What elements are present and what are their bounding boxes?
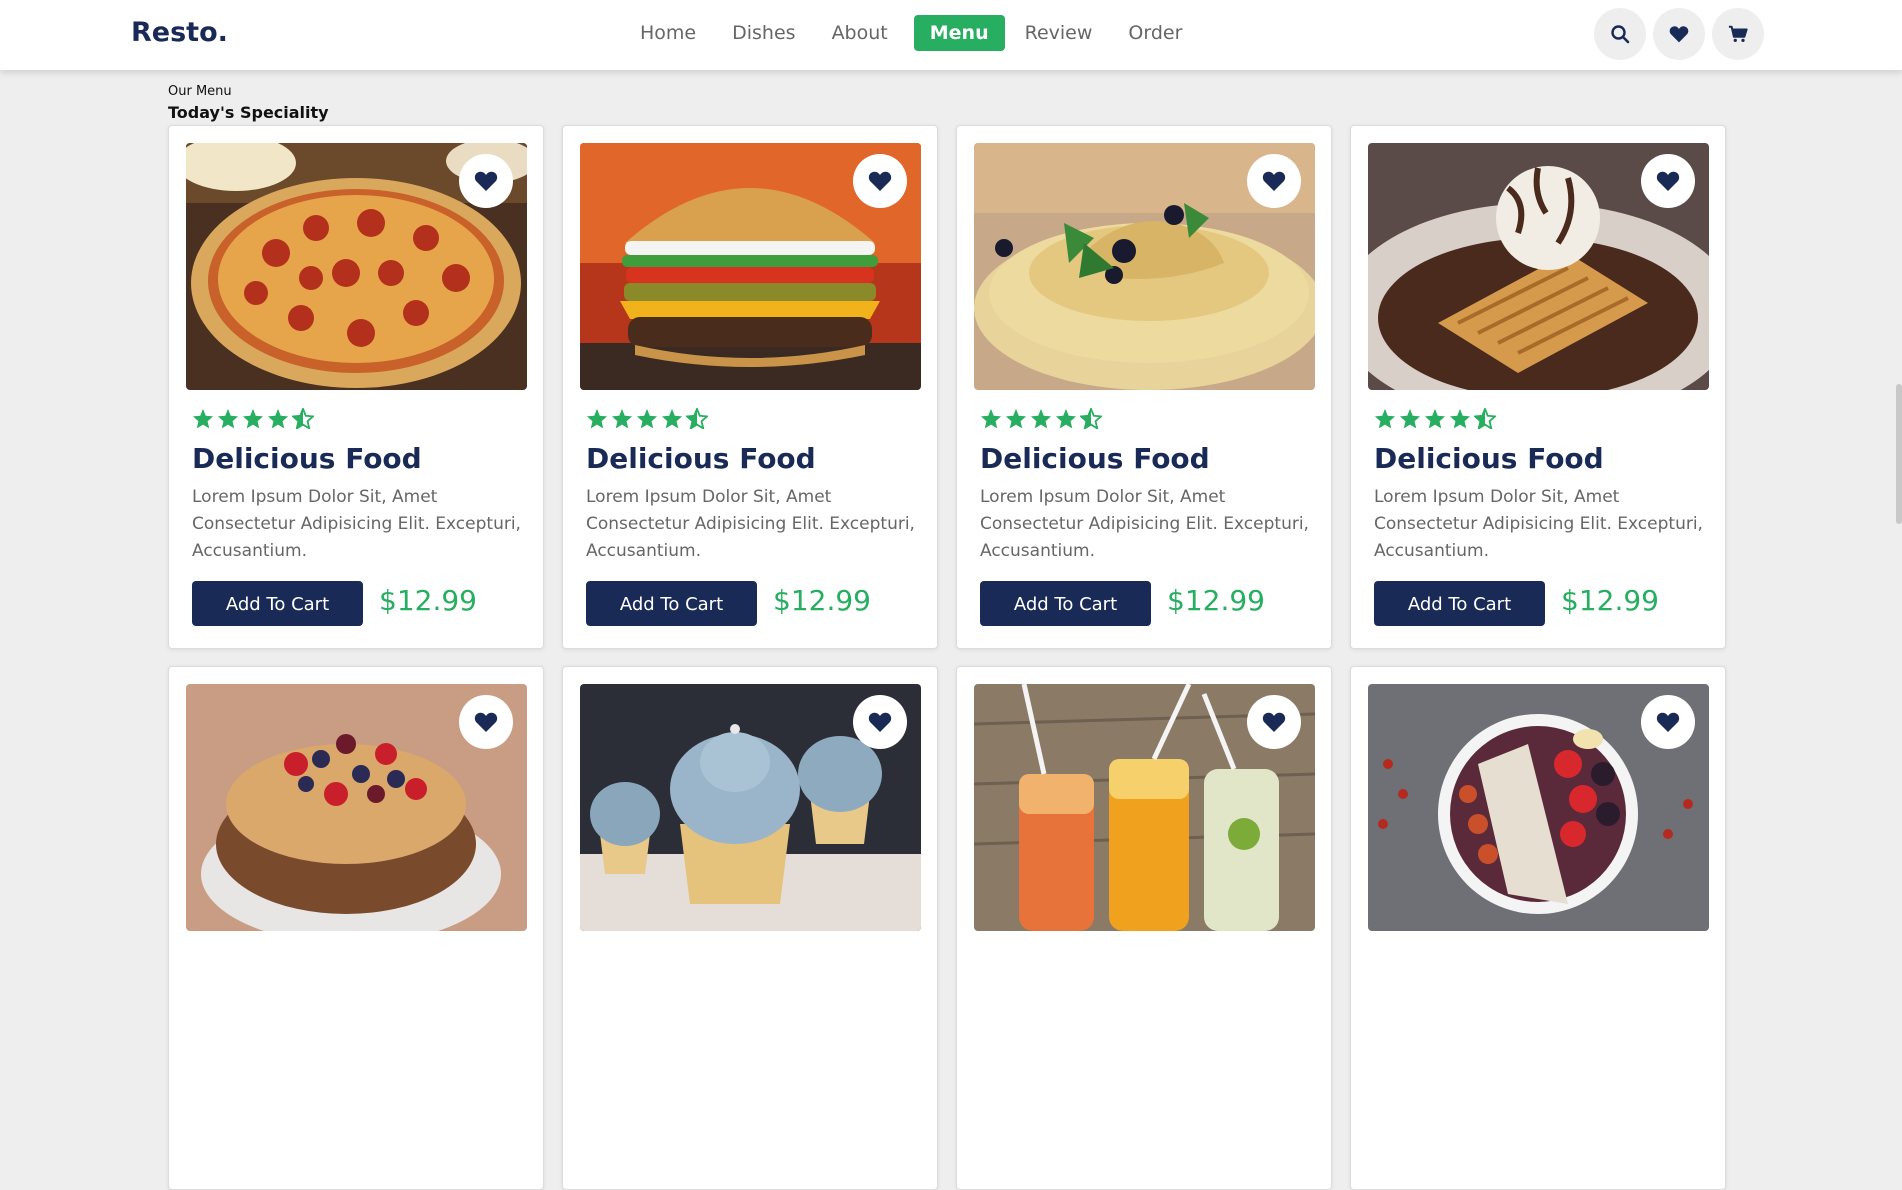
shopping-cart-icon: [1728, 25, 1748, 42]
nav-about[interactable]: About: [822, 15, 898, 51]
dish-card: [1350, 666, 1726, 1190]
heart-icon: [474, 170, 498, 192]
dish-card: Delicious Food Lorem Ipsum Dolor Sit, Am…: [956, 125, 1332, 649]
favorites-button[interactable]: [1653, 8, 1705, 60]
star-rating: [192, 408, 314, 429]
nav-dishes[interactable]: Dishes: [722, 15, 805, 51]
star-icon: [661, 408, 683, 429]
heart-icon: [868, 711, 892, 733]
dish-title: Delicious Food: [980, 442, 1210, 475]
star-icon: [611, 408, 633, 429]
star-half-icon: [1474, 408, 1496, 429]
dish-price: $12.99: [1561, 584, 1659, 617]
star-rating: [586, 408, 708, 429]
dish-card: [956, 666, 1332, 1190]
dish-description: Lorem Ipsum Dolor Sit, Amet Consectetur …: [192, 487, 521, 561]
heart-icon: [1262, 170, 1286, 192]
nav-review[interactable]: Review: [1015, 15, 1103, 51]
dish-card: Delicious Food Lorem Ipsum Dolor Sit, Am…: [168, 125, 544, 649]
star-icon: [1055, 408, 1077, 429]
add-to-cart-button[interactable]: Add To Cart: [980, 581, 1151, 626]
star-icon: [267, 408, 289, 429]
favorite-button[interactable]: [1641, 695, 1695, 749]
dish-price: $12.99: [773, 584, 871, 617]
dish-title: Delicious Food: [586, 442, 816, 475]
star-half-icon: [292, 408, 314, 429]
star-icon: [192, 408, 214, 429]
star-icon: [1399, 408, 1421, 429]
cart-button[interactable]: [1712, 8, 1764, 60]
search-icon: [1611, 25, 1630, 44]
star-icon: [217, 408, 239, 429]
favorite-button[interactable]: [1641, 154, 1695, 208]
heart-icon: [1262, 711, 1286, 733]
star-rating: [1374, 408, 1496, 429]
favorite-button[interactable]: [853, 154, 907, 208]
nav-menu[interactable]: Menu: [913, 15, 1005, 51]
heart-icon: [1656, 170, 1680, 192]
dish-card: Delicious Food Lorem Ipsum Dolor Sit, Am…: [562, 125, 938, 649]
star-icon: [1449, 408, 1471, 429]
heart-icon: [1669, 26, 1689, 43]
dish-card: [168, 666, 544, 1190]
dish-card: Delicious Food Lorem Ipsum Dolor Sit, Am…: [1350, 125, 1726, 649]
star-half-icon: [686, 408, 708, 429]
heart-icon: [474, 711, 498, 733]
star-icon: [636, 408, 658, 429]
dish-title: Delicious Food: [192, 442, 422, 475]
page-scrollbar[interactable]: [1896, 384, 1902, 524]
star-icon: [242, 408, 264, 429]
favorite-button[interactable]: [459, 154, 513, 208]
star-icon: [1374, 408, 1396, 429]
dish-description: Lorem Ipsum Dolor Sit, Amet Consectetur …: [980, 487, 1309, 561]
nav-home[interactable]: Home: [630, 15, 706, 51]
dish-price: $12.99: [1167, 584, 1265, 617]
dish-title: Delicious Food: [1374, 442, 1604, 475]
nav-order[interactable]: Order: [1118, 15, 1192, 51]
logo[interactable]: Resto.: [131, 15, 228, 51]
star-icon: [1005, 408, 1027, 429]
heart-icon: [868, 170, 892, 192]
main-nav: Home Dishes About Menu Review Order: [630, 14, 1208, 52]
site-header: Resto. Home Dishes About Menu Review Ord…: [0, 0, 1902, 70]
search-button[interactable]: [1594, 8, 1646, 60]
favorite-button[interactable]: [1247, 154, 1301, 208]
section-subheading: Our Menu: [168, 84, 232, 99]
favorite-button[interactable]: [1247, 695, 1301, 749]
dish-description: Lorem Ipsum Dolor Sit, Amet Consectetur …: [1374, 487, 1703, 561]
add-to-cart-button[interactable]: Add To Cart: [192, 581, 363, 626]
add-to-cart-button[interactable]: Add To Cart: [586, 581, 757, 626]
dish-card: [562, 666, 938, 1190]
heart-icon: [1656, 711, 1680, 733]
dish-price: $12.99: [379, 584, 477, 617]
section-heading: Today's Speciality: [168, 103, 329, 122]
dish-description: Lorem Ipsum Dolor Sit, Amet Consectetur …: [586, 487, 915, 561]
star-icon: [980, 408, 1002, 429]
favorite-button[interactable]: [853, 695, 907, 749]
favorite-button[interactable]: [459, 695, 513, 749]
star-half-icon: [1080, 408, 1102, 429]
star-icon: [1030, 408, 1052, 429]
star-rating: [980, 408, 1102, 429]
add-to-cart-button[interactable]: Add To Cart: [1374, 581, 1545, 626]
star-icon: [586, 408, 608, 429]
star-icon: [1424, 408, 1446, 429]
